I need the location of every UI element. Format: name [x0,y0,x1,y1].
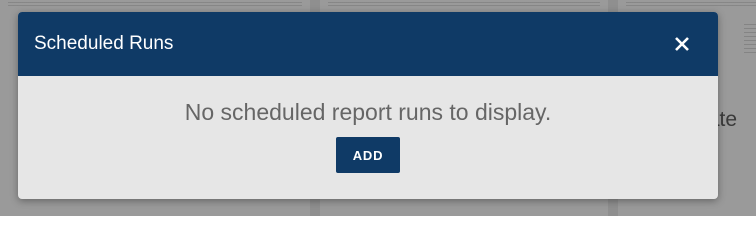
background-table-lines [8,0,302,8]
background-table-lines [626,0,756,8]
dialog-body: No scheduled report runs to display. ADD [18,76,718,173]
background-side-lines [744,24,756,54]
close-button[interactable] [670,32,694,56]
dialog-title: Scheduled Runs [34,33,174,54]
scheduled-runs-dialog: Scheduled Runs No scheduled report runs … [18,12,718,199]
add-button[interactable]: ADD [336,137,400,173]
close-icon [675,37,689,51]
background-table-lines [328,0,600,8]
empty-state-message: No scheduled report runs to display. [184,99,552,125]
dialog-header: Scheduled Runs [18,12,718,76]
